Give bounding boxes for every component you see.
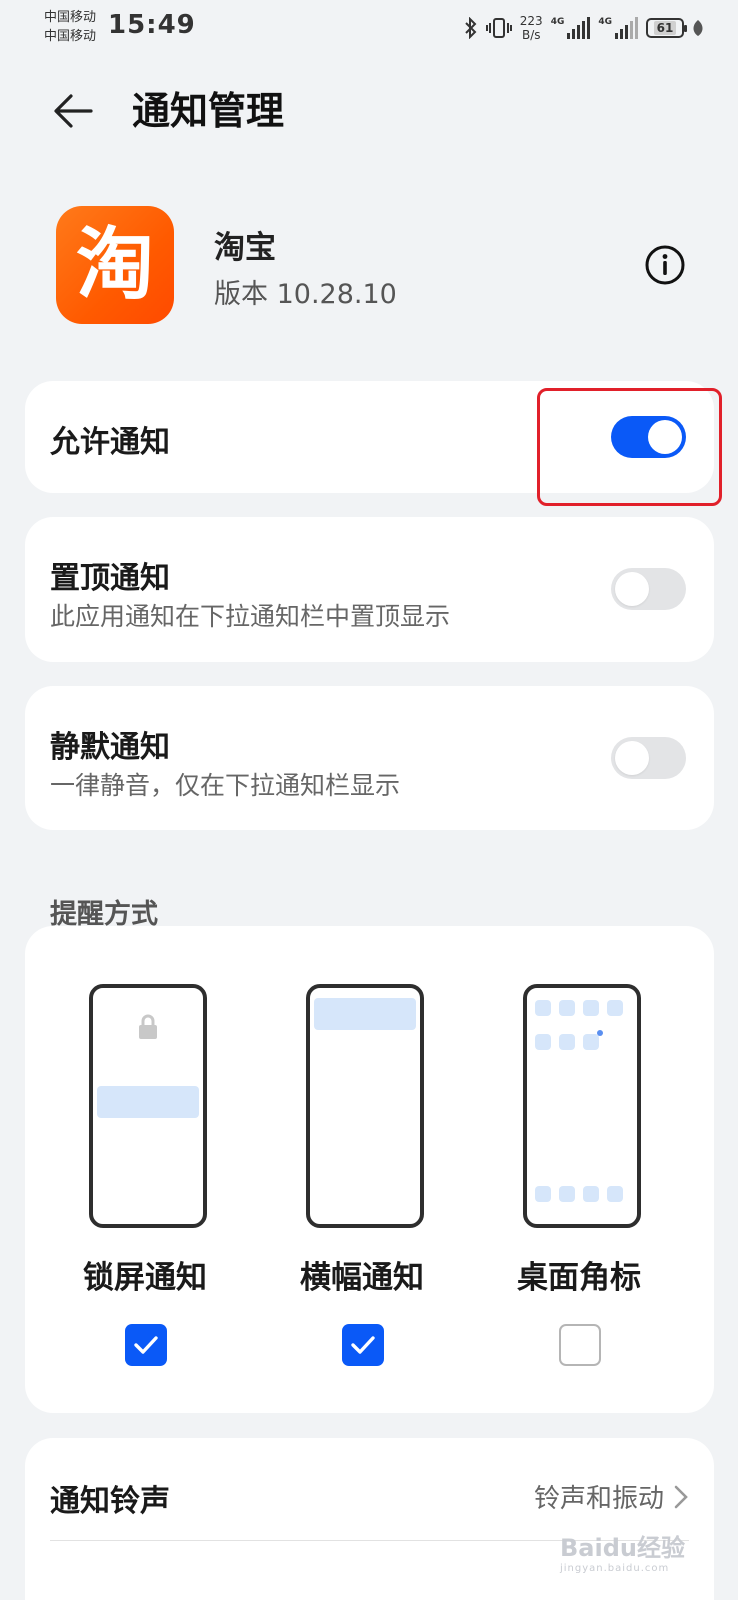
status-bar: 中国移动 中国移动 15:49 223 B/s 4G 4G 61 xyxy=(0,0,738,56)
pinned-notifications-toggle[interactable] xyxy=(611,568,686,610)
silent-notifications-label: 静默通知 xyxy=(50,730,170,765)
leaf-icon xyxy=(692,19,704,37)
signal-1-icon: 4G xyxy=(551,17,591,39)
pinned-notifications-label: 置顶通知 xyxy=(50,561,170,596)
status-time: 15:49 xyxy=(108,10,196,40)
app-name: 淘宝 xyxy=(214,230,276,266)
lockscreen-checkbox[interactable] xyxy=(125,1324,167,1366)
watermark-site: jingyan.baidu.com xyxy=(560,1563,670,1574)
banner-bar-preview xyxy=(314,998,416,1030)
watermark: Baidu经验 jingyan.baidu.com xyxy=(560,1528,710,1574)
badge-preview xyxy=(523,984,641,1228)
network-speed: 223 B/s xyxy=(520,14,543,42)
check-icon xyxy=(351,1336,375,1354)
lockscreen-preview xyxy=(89,984,207,1228)
network-type-2: 4G xyxy=(598,17,612,27)
watermark-brand: Baidu经验 xyxy=(560,1534,685,1562)
battery-icon: 61 xyxy=(646,18,687,38)
arrow-left-icon xyxy=(54,94,93,128)
net-speed-unit: B/s xyxy=(521,28,541,42)
net-speed-value: 223 xyxy=(519,14,543,28)
carrier-1: 中国移动 xyxy=(44,10,97,25)
page-header: 通知管理 xyxy=(0,76,738,146)
mode-banner-label: 横幅通知 xyxy=(300,1260,424,1296)
lockscreen-banner-preview xyxy=(97,1086,199,1118)
lock-icon xyxy=(139,1014,157,1039)
app-icon: 淘 xyxy=(56,206,174,324)
carrier-2: 中国移动 xyxy=(44,29,97,44)
ringtone-value: 铃声和振动 xyxy=(533,1484,664,1514)
ringtone-value-group: 铃声和振动 xyxy=(534,1478,688,1515)
back-button[interactable] xyxy=(48,86,98,136)
allow-notifications-label: 允许通知 xyxy=(50,425,170,460)
carrier-info: 中国移动 中国移动 xyxy=(44,8,96,46)
ringtone-label: 通知铃声 xyxy=(50,1484,170,1519)
app-version: 版本 10.28.10 xyxy=(214,279,397,310)
vibrate-icon xyxy=(485,17,512,39)
silent-notifications-row[interactable]: 静默通知 一律静音，仅在下拉通知栏显示 xyxy=(25,686,714,830)
silent-notifications-toggle[interactable] xyxy=(611,737,686,779)
pinned-notifications-row[interactable]: 置顶通知 此应用通知在下拉通知栏中置顶显示 xyxy=(25,517,714,662)
info-icon xyxy=(645,245,685,285)
chevron-right-icon xyxy=(674,1485,688,1508)
banner-preview xyxy=(306,984,424,1228)
mode-lockscreen-label: 锁屏通知 xyxy=(83,1260,207,1296)
ringtone-row[interactable]: 通知铃声 铃声和振动 xyxy=(25,1438,714,1600)
reminder-modes-card: 锁屏通知 横幅通知 桌面角标 xyxy=(25,926,714,1413)
badge-dot xyxy=(597,1030,603,1036)
bluetooth-icon xyxy=(464,17,478,39)
mode-badge-label: 桌面角标 xyxy=(517,1260,641,1296)
battery-level: 61 xyxy=(653,21,677,35)
status-icons: 223 B/s 4G 4G 61 xyxy=(464,10,704,46)
app-info-button[interactable] xyxy=(642,242,688,288)
network-type-1: 4G xyxy=(550,17,565,27)
app-icon-glyph: 淘 xyxy=(75,220,154,310)
highlight-annotation xyxy=(537,388,722,506)
banner-checkbox[interactable] xyxy=(342,1324,384,1366)
silent-notifications-description: 一律静音，仅在下拉通知栏显示 xyxy=(50,771,401,800)
check-icon xyxy=(134,1336,158,1354)
pinned-notifications-description: 此应用通知在下拉通知栏中置顶显示 xyxy=(50,602,451,631)
signal-2-icon: 4G xyxy=(598,17,638,39)
page-title: 通知管理 xyxy=(132,89,285,133)
badge-checkbox[interactable] xyxy=(559,1324,601,1366)
